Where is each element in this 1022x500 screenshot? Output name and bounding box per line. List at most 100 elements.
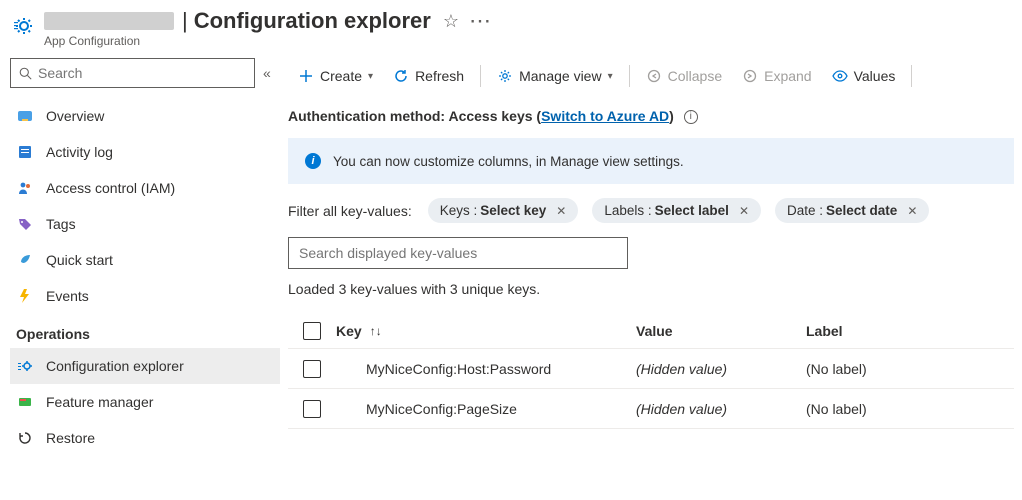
collapse-button: Collapse <box>636 60 732 92</box>
search-key-values[interactable] <box>288 237 628 269</box>
search-key-values-input[interactable] <box>289 238 627 268</box>
sidebar-item-quick-start[interactable]: Quick start <box>10 242 280 278</box>
refresh-icon <box>393 68 409 84</box>
page-header: | Configuration explorer ☆ ⋯ App Configu… <box>0 0 1022 52</box>
row-checkbox[interactable] <box>303 360 321 378</box>
sidebar-label: Configuration explorer <box>46 358 184 374</box>
restore-icon <box>16 429 34 447</box>
pill-value: Select date <box>826 203 897 218</box>
close-icon[interactable]: ✕ <box>907 204 917 218</box>
filter-date-pill[interactable]: Date : Select date ✕ <box>775 198 929 223</box>
expand-label: Expand <box>764 68 811 84</box>
sidebar-search-input[interactable] <box>38 65 246 81</box>
table-row[interactable]: MyNiceConfig:Host:Password (Hidden value… <box>288 349 1014 389</box>
info-banner: i You can now customize columns, in Mana… <box>288 138 1014 184</box>
eye-icon <box>832 68 848 84</box>
cell-key: MyNiceConfig:PageSize <box>336 401 636 417</box>
cell-label: (No label) <box>806 361 1014 377</box>
filter-labels-pill[interactable]: Labels : Select label ✕ <box>592 198 761 223</box>
sidebar-search[interactable] <box>10 58 255 88</box>
create-button[interactable]: Create ▾ <box>288 60 383 92</box>
info-banner-text: You can now customize columns, in Manage… <box>333 154 684 169</box>
sidebar-item-restore[interactable]: Restore <box>10 420 280 456</box>
sidebar-label: Access control (IAM) <box>46 180 175 196</box>
col-label[interactable]: Label <box>806 323 1014 339</box>
pill-value: Select label <box>655 203 729 218</box>
sidebar-label: Restore <box>46 430 95 446</box>
row-checkbox[interactable] <box>303 400 321 418</box>
info-banner-icon: i <box>305 153 321 169</box>
col-value[interactable]: Value <box>636 323 806 339</box>
sidebar-label: Feature manager <box>46 394 153 410</box>
filter-label: Filter all key-values: <box>288 203 412 219</box>
sidebar: « Overview Activity log Access control (… <box>0 52 280 492</box>
sidebar-item-events[interactable]: Events <box>10 278 280 314</box>
sidebar-label: Tags <box>46 216 76 232</box>
values-label: Values <box>854 68 896 84</box>
expand-icon <box>742 68 758 84</box>
values-button[interactable]: Values <box>822 60 906 92</box>
sidebar-item-tags[interactable]: Tags <box>10 206 280 242</box>
sort-icon[interactable]: ↑↓ <box>370 324 382 338</box>
title-separator: | <box>182 8 188 34</box>
toolbar: Create ▾ Refresh Manage view ▾ Collapse … <box>280 58 1022 102</box>
access-control-icon <box>16 179 34 197</box>
activity-log-icon <box>16 143 34 161</box>
app-config-icon <box>12 14 36 38</box>
close-icon[interactable]: ✕ <box>556 204 566 218</box>
auth-method-line: Authentication method: Access keys (Swit… <box>280 102 1022 138</box>
info-icon[interactable]: i <box>684 110 698 124</box>
collapse-icon <box>646 68 662 84</box>
feature-manager-icon <box>16 393 34 411</box>
refresh-button[interactable]: Refresh <box>383 60 474 92</box>
filter-bar: Filter all key-values: Keys : Select key… <box>280 198 1022 237</box>
sidebar-label: Events <box>46 288 89 304</box>
auth-prefix: Authentication method: Access keys ( <box>288 108 541 124</box>
sidebar-item-access-control[interactable]: Access control (IAM) <box>10 170 280 206</box>
expand-button: Expand <box>732 60 821 92</box>
quick-start-icon <box>16 251 34 269</box>
tags-icon <box>16 215 34 233</box>
close-icon[interactable]: ✕ <box>739 204 749 218</box>
manage-view-label: Manage view <box>519 68 602 84</box>
table-row[interactable]: MyNiceConfig:PageSize (Hidden value) (No… <box>288 389 1014 429</box>
pill-value: Select key <box>480 203 546 218</box>
filter-keys-pill[interactable]: Keys : Select key ✕ <box>428 198 579 223</box>
plus-icon <box>298 68 314 84</box>
chevron-down-icon: ▾ <box>608 71 613 82</box>
gear-icon <box>497 68 513 84</box>
sidebar-label: Quick start <box>46 252 113 268</box>
manage-view-button[interactable]: Manage view ▾ <box>487 60 623 92</box>
sidebar-item-configuration-explorer[interactable]: Configuration explorer <box>10 348 280 384</box>
create-label: Create <box>320 68 362 84</box>
collapse-label: Collapse <box>668 68 722 84</box>
col-key[interactable]: Key <box>336 323 362 339</box>
key-values-table: Key ↑↓ Value Label MyNiceConfig:Host:Pas… <box>280 313 1022 429</box>
sidebar-item-overview[interactable]: Overview <box>10 98 280 134</box>
pill-prefix: Labels : <box>604 203 651 218</box>
sidebar-label: Overview <box>46 108 104 124</box>
chevron-down-icon: ▾ <box>368 71 373 82</box>
resource-name-redacted <box>44 12 174 30</box>
sidebar-item-activity-log[interactable]: Activity log <box>10 134 280 170</box>
overview-icon <box>16 107 34 125</box>
pill-prefix: Keys : <box>440 203 478 218</box>
sidebar-section-operations: Operations <box>10 314 280 348</box>
switch-azure-ad-link[interactable]: Switch to Azure AD <box>541 108 669 124</box>
sidebar-collapse-icon[interactable]: « <box>263 65 271 81</box>
auth-suffix: ) <box>669 108 674 124</box>
toolbar-separator <box>480 65 481 87</box>
page-title: Configuration explorer <box>194 8 431 34</box>
select-all-checkbox[interactable] <box>303 322 321 340</box>
search-icon <box>19 67 32 80</box>
sidebar-label: Activity log <box>46 144 113 160</box>
favorite-star-icon[interactable]: ☆ <box>443 11 459 32</box>
toolbar-separator <box>629 65 630 87</box>
refresh-label: Refresh <box>415 68 464 84</box>
more-actions-icon[interactable]: ⋯ <box>469 16 492 26</box>
service-subtitle: App Configuration <box>44 34 492 48</box>
sidebar-item-feature-manager[interactable]: Feature manager <box>10 384 280 420</box>
cell-key: MyNiceConfig:Host:Password <box>336 361 636 377</box>
table-header: Key ↑↓ Value Label <box>288 313 1014 349</box>
cell-value: (Hidden value) <box>636 361 806 377</box>
